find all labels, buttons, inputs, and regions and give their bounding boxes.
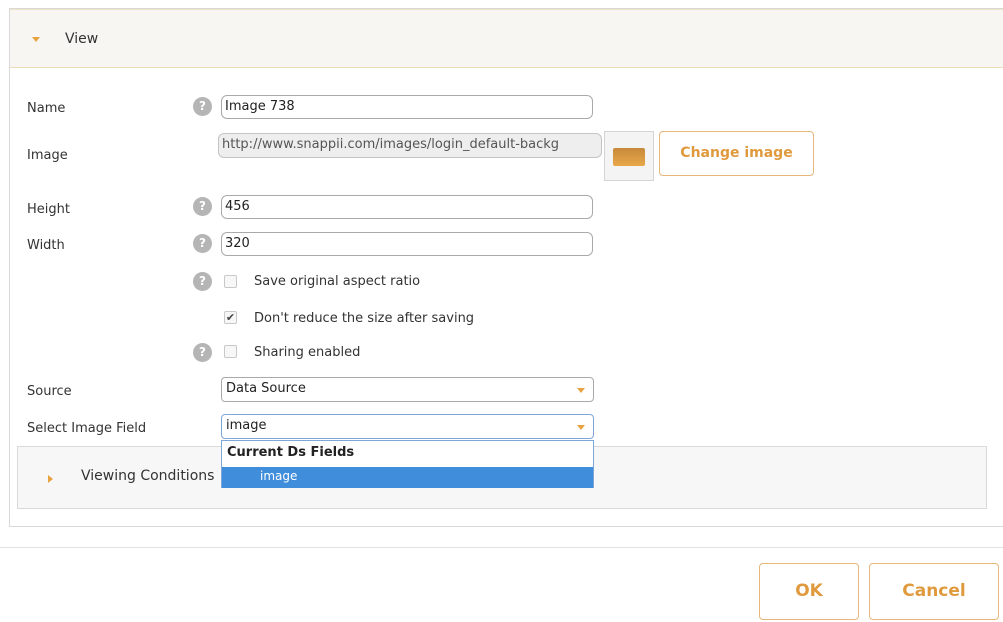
- source-select-value: Data Source: [226, 381, 306, 396]
- image-field-label: Select Image Field: [27, 421, 147, 436]
- image-field-select-value: image: [226, 418, 267, 433]
- help-icon[interactable]: ?: [193, 343, 212, 362]
- dropdown-group-label: Current Ds Fields: [227, 445, 355, 460]
- width-label: Width: [27, 238, 65, 253]
- collapse-arrow-icon[interactable]: [32, 37, 40, 42]
- chevron-down-icon: [577, 388, 585, 393]
- image-label: Image: [27, 148, 68, 163]
- height-label: Height: [27, 202, 70, 217]
- sharing-enabled-label: Sharing enabled: [254, 345, 361, 360]
- change-image-button[interactable]: Change image: [659, 131, 814, 176]
- aspect-ratio-checkbox[interactable]: [224, 275, 237, 288]
- view-panel-header[interactable]: View: [10, 9, 1003, 68]
- width-input[interactable]: 320: [221, 232, 593, 256]
- help-icon[interactable]: ?: [193, 272, 212, 291]
- footer-divider: [0, 547, 1003, 548]
- image-thumbnail: [604, 131, 654, 181]
- image-field-select[interactable]: image: [221, 414, 594, 439]
- dont-reduce-label: Don't reduce the size after saving: [254, 311, 475, 326]
- viewing-conditions-title: Viewing Conditions: [81, 468, 215, 484]
- source-label: Source: [27, 384, 72, 399]
- help-icon[interactable]: ?: [193, 234, 212, 253]
- cancel-button[interactable]: Cancel: [869, 563, 999, 620]
- ok-button[interactable]: OK: [759, 563, 859, 620]
- view-panel-title: View: [65, 31, 99, 47]
- image-preview-icon: [613, 148, 645, 166]
- expand-arrow-icon[interactable]: [48, 475, 53, 483]
- aspect-ratio-label: Save original aspect ratio: [254, 274, 421, 289]
- dont-reduce-checkbox[interactable]: ✔: [224, 311, 237, 324]
- chevron-down-icon: [577, 425, 585, 430]
- help-icon[interactable]: ?: [193, 197, 212, 216]
- dropdown-option-image[interactable]: image: [222, 467, 593, 488]
- height-input[interactable]: 456: [221, 195, 593, 219]
- image-url-input: http://www.snappii.com/images/login_defa…: [218, 133, 602, 158]
- help-icon[interactable]: ?: [193, 97, 212, 116]
- image-field-dropdown: Current Ds Fields image: [221, 440, 594, 488]
- source-select[interactable]: Data Source: [221, 377, 594, 402]
- sharing-enabled-checkbox[interactable]: [224, 345, 237, 358]
- name-input[interactable]: Image 738: [221, 95, 593, 119]
- name-label: Name: [27, 101, 66, 116]
